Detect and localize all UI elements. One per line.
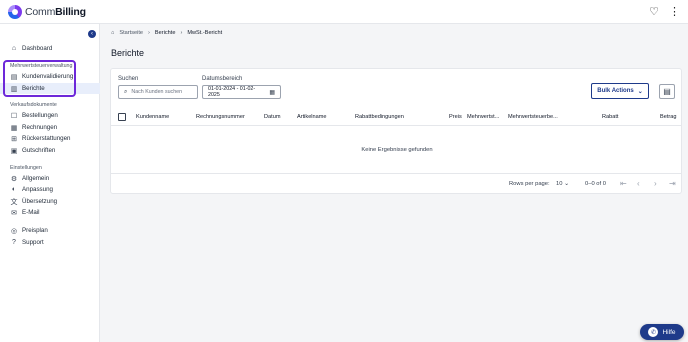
sidebar-item-gutschriften[interactable]: ▣ Gutschriften <box>0 145 100 156</box>
sidebar-item-email[interactable]: ✉ E-Mail <box>0 207 100 218</box>
columns-icon: ▤ <box>663 87 671 96</box>
column-header[interactable]: Rabattbedingungen <box>355 114 404 120</box>
pagination-range: 0–0 of 0 <box>585 181 606 187</box>
chat-icon: ✆ <box>648 327 659 337</box>
gear-icon: ⚙ <box>10 175 18 183</box>
section-title-sales: Verkaufsdokumente <box>10 102 57 108</box>
date-range-input[interactable]: 01-01-2024 - 01-02-2025 ▦ <box>202 85 281 99</box>
search-label: Suchen <box>118 76 139 82</box>
sidebar-item-bestellungen[interactable]: ☐ Bestellungen <box>0 110 100 121</box>
sidebar-item-label: Rückerstattungen <box>22 135 71 142</box>
column-header[interactable]: Artikelname <box>297 114 327 120</box>
search-placeholder: Nach Kunden suchen <box>131 89 183 95</box>
rows-per-page-label: Rows per page: <box>509 181 550 187</box>
column-header[interactable]: Betrag <box>660 114 676 120</box>
breadcrumb-current: MwSt.-Bericht <box>187 30 223 36</box>
report-card: Suchen ⌕ Nach Kunden suchen Datumsbereic… <box>110 68 682 194</box>
column-header[interactable]: Mehrwertst... <box>467 114 499 120</box>
bulk-actions-label: Bulk Actions <box>597 88 634 94</box>
sidebar-item-label: Preisplan <box>22 227 48 234</box>
sidebar-item-dashboard[interactable]: ⌂ Dashboard <box>0 43 100 54</box>
search-icon: ⌕ <box>124 88 128 95</box>
previous-page-icon[interactable]: ‹ <box>637 179 640 188</box>
empty-state-text: Keine Ergebnisse gefunden <box>361 147 433 153</box>
home-icon: ⌂ <box>111 30 115 36</box>
column-header[interactable]: Kundenname <box>136 114 169 120</box>
column-header[interactable]: Mehrwertsteuerbe... <box>508 114 558 120</box>
column-settings-button[interactable]: ▤ <box>659 84 675 99</box>
sidebar-item-label: Allgemein <box>22 175 50 182</box>
select-all-checkbox[interactable] <box>118 113 126 121</box>
sidebar-item-label: Gutschriften <box>22 147 56 154</box>
column-header[interactable]: Rechnungsnummer <box>196 114 245 120</box>
orders-icon: ☐ <box>10 112 18 120</box>
sidebar-item-label: Übersetzung <box>22 198 58 205</box>
sidebar-item-label: Dashboard <box>22 45 53 52</box>
commbilling-logo[interactable]: CommBilling <box>8 5 86 19</box>
sidebar-item-preisplan[interactable]: ◎ Preisplan <box>0 225 100 236</box>
home-icon: ⌂ <box>11 45 17 52</box>
logo-mark-icon <box>8 5 22 19</box>
heart-icon[interactable]: ♡ <box>649 5 659 19</box>
sidebar: ‹ ⌂ Dashboard Mehrwertsteuerverwaltung ▤… <box>0 24 100 342</box>
sidebar-item-label: Anpassung <box>22 186 53 193</box>
table-pagination: Rows per page: 10 ⌄ 0–0 of 0 ⇤ ‹ › ⇥ <box>111 173 681 194</box>
bulk-actions-button[interactable]: Bulk Actions ⌄ <box>591 83 649 99</box>
first-page-icon[interactable]: ⇤ <box>620 179 627 188</box>
calendar-icon: ▦ <box>269 89 275 96</box>
last-page-icon[interactable]: ⇥ <box>669 179 676 188</box>
credit-note-icon: ▣ <box>10 147 18 155</box>
search-input[interactable]: ⌕ Nach Kunden suchen <box>118 85 198 99</box>
more-vertical-icon[interactable]: ⋮ <box>669 5 680 19</box>
table-header: Kundenname Rechnungsnummer Datum Artikel… <box>111 109 681 126</box>
date-range-value: 01-01-2024 - 01-02-2025 <box>208 86 256 98</box>
sidebar-item-uebersetzung[interactable]: 文 Übersetzung <box>0 196 100 207</box>
sidebar-item-label: Bestellungen <box>22 112 58 119</box>
date-range-label: Datumsbereich <box>202 76 243 82</box>
breadcrumb-separator: › <box>148 30 150 36</box>
top-bar: CommBilling ♡ ⋮ <box>0 0 688 24</box>
mail-icon: ✉ <box>11 209 17 217</box>
column-header[interactable]: Datum <box>264 114 280 120</box>
page-title: Berichte <box>111 48 145 58</box>
pricing-icon: ◎ <box>10 227 18 235</box>
sidebar-collapse-button[interactable]: ‹ <box>88 30 96 38</box>
help-circle-icon: ? <box>12 239 16 246</box>
chevron-down-icon: ⌄ <box>564 181 569 187</box>
help-button[interactable]: ✆ Hilfe <box>640 324 684 340</box>
breadcrumb: ⌂ Startseite › Berichte › MwSt.-Bericht <box>111 30 222 36</box>
breadcrumb-home[interactable]: Startseite <box>119 30 143 36</box>
invoice-icon: ▦ <box>10 124 18 132</box>
sidebar-item-label: Support <box>22 239 44 246</box>
sidebar-item-support[interactable]: ? Support <box>0 237 100 248</box>
next-page-icon[interactable]: › <box>654 179 657 188</box>
column-header[interactable]: Rabatt <box>602 114 618 120</box>
rows-per-page-select[interactable]: 10 ⌄ <box>556 181 569 187</box>
customize-icon: ◐ <box>11 186 17 193</box>
sidebar-item-allgemein[interactable]: ⚙ Allgemein <box>0 173 100 184</box>
sidebar-item-label: E-Mail <box>22 209 40 216</box>
highlight-annotation-box <box>3 60 76 97</box>
column-header[interactable]: Preis <box>449 114 462 120</box>
chevron-down-icon: ⌄ <box>637 88 643 95</box>
breadcrumb-berichte[interactable]: Berichte <box>155 30 176 36</box>
help-label: Hilfe <box>662 328 676 336</box>
sidebar-item-rechnungen[interactable]: ▦ Rechnungen <box>0 122 100 133</box>
logo-text: CommBilling <box>25 6 86 18</box>
refund-icon: ⊞ <box>11 135 17 143</box>
rows-per-page-value: 10 <box>556 181 563 187</box>
breadcrumb-separator: › <box>180 30 183 36</box>
translate-icon: 文 <box>10 198 18 206</box>
sidebar-item-rueckerstattungen[interactable]: ⊞ Rückerstattungen <box>0 133 100 144</box>
section-title-settings: Einstellungen <box>10 165 42 171</box>
sidebar-item-anpassung[interactable]: ◐ Anpassung <box>0 184 100 195</box>
sidebar-item-label: Rechnungen <box>22 124 58 131</box>
